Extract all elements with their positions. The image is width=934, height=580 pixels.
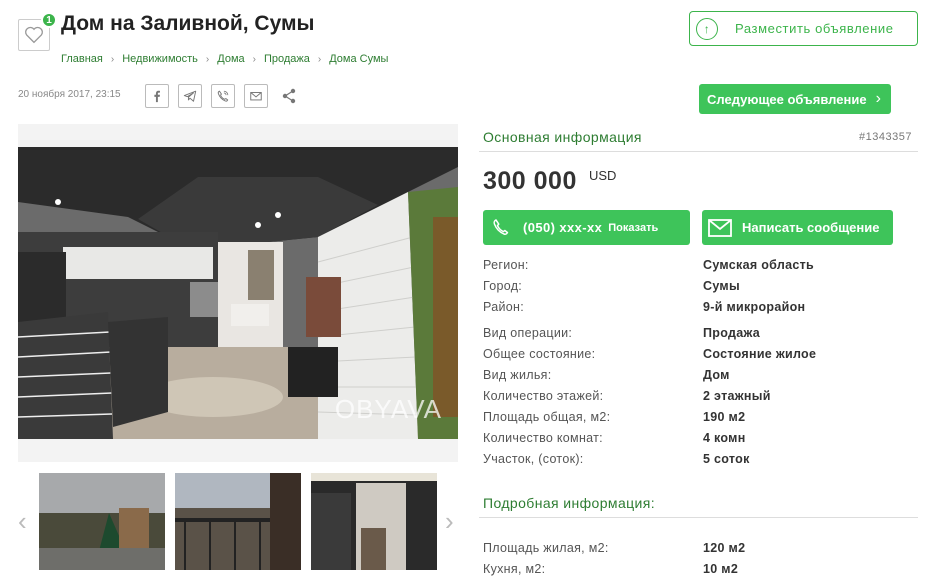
next-ad-button[interactable]: Следующее объявление › — [699, 84, 891, 114]
post-ad-button[interactable]: ↑ Разместить объявление — [689, 11, 918, 46]
thumbnail-1[interactable] — [39, 473, 165, 570]
info-value: 5 соток — [703, 452, 750, 466]
currency: USD — [589, 168, 617, 183]
telegram-icon[interactable] — [178, 84, 202, 108]
info-value: Сумская область — [703, 258, 815, 272]
info-value: Продажа — [703, 326, 761, 340]
write-message-label: Написать сообщение — [742, 220, 880, 235]
show-phone-label: Показать — [608, 221, 659, 234]
chevron-left-icon[interactable]: ‹ — [18, 506, 27, 537]
facebook-icon[interactable] — [145, 84, 169, 108]
breadcrumb-link-city-houses[interactable]: Дома Сумы — [329, 53, 388, 65]
info-key: Город: — [483, 279, 523, 293]
divider — [479, 151, 918, 152]
breadcrumb-link-realty[interactable]: Недвижимость — [122, 53, 198, 65]
breadcrumb: Главная › Недвижимость › Дома › Продажа … — [61, 53, 388, 65]
email-icon[interactable] — [244, 84, 268, 108]
post-date: 20 ноября 2017, 23:15 — [18, 89, 121, 100]
info-key: Регион: — [483, 258, 529, 272]
info-value: Дом — [703, 368, 730, 382]
heart-icon — [25, 26, 43, 44]
chevron-right-icon: › — [875, 90, 881, 107]
phone-number: (050) xxx-xx — [523, 220, 603, 235]
info-value: Состояние жилое — [703, 347, 817, 361]
main-info-heading: Основная информация — [483, 129, 642, 145]
viber-icon[interactable] — [211, 84, 235, 108]
favorites-count-badge: 1 — [41, 12, 57, 28]
thumbnail-strip: ‹ › — [18, 473, 458, 570]
info-key: Площадь жилая, м2: — [483, 541, 609, 555]
page-title: Дом на Заливной, Сумы — [61, 12, 315, 35]
chevron-right-icon: › — [110, 53, 115, 65]
breadcrumb-link-houses[interactable]: Дома — [217, 53, 244, 65]
post-ad-label: Разместить объявление — [735, 21, 894, 36]
chevron-right-icon[interactable]: › — [445, 506, 454, 537]
price: 300 000 — [483, 167, 577, 195]
info-key: Район: — [483, 300, 524, 314]
show-phone-button[interactable]: (050) xxx-xx Показать — [483, 210, 690, 245]
chevron-right-icon: › — [252, 53, 256, 65]
phone-icon — [493, 218, 509, 235]
write-message-button[interactable]: Написать сообщение — [702, 210, 893, 245]
ad-id: #1343357 — [859, 131, 912, 143]
info-key: Количество комнат: — [483, 431, 603, 445]
chevron-right-icon: › — [317, 53, 322, 65]
next-ad-label: Следующее объявление — [707, 91, 867, 107]
watermark: OBYAVA — [334, 394, 442, 424]
info-value: 2 этажный — [703, 389, 771, 403]
thumbnail-2[interactable] — [175, 473, 301, 570]
info-value: 9-й микрорайон — [703, 300, 806, 314]
breadcrumb-link-sale[interactable]: Продажа — [264, 53, 310, 65]
info-value: 10 м2 — [703, 562, 739, 576]
info-key: Общее состояние: — [483, 347, 596, 361]
arrow-up-circle-icon: ↑ — [696, 17, 718, 40]
info-key: Участок, (соток): — [483, 452, 584, 466]
envelope-icon — [708, 218, 732, 237]
divider — [479, 517, 918, 518]
info-value: 4 комн — [703, 431, 746, 445]
info-key: Площадь общая, м2: — [483, 410, 611, 424]
chevron-right-icon: › — [205, 53, 210, 65]
info-value: 120 м2 — [703, 541, 746, 555]
thumbnail-3[interactable] — [311, 473, 437, 570]
info-key: Количество этажей: — [483, 389, 604, 403]
share-icon[interactable] — [279, 86, 299, 106]
info-key: Вид жилья: — [483, 368, 552, 382]
info-value: 190 м2 — [703, 410, 746, 424]
info-key: Вид операции: — [483, 326, 573, 340]
share-bar — [145, 84, 299, 108]
info-value: Сумы — [703, 279, 740, 293]
main-photo[interactable]: OBYAVA — [18, 147, 458, 439]
details-heading: Подробная информация: — [483, 495, 656, 511]
info-key: Кухня, м2: — [483, 562, 546, 576]
breadcrumb-link-home[interactable]: Главная — [61, 53, 103, 65]
